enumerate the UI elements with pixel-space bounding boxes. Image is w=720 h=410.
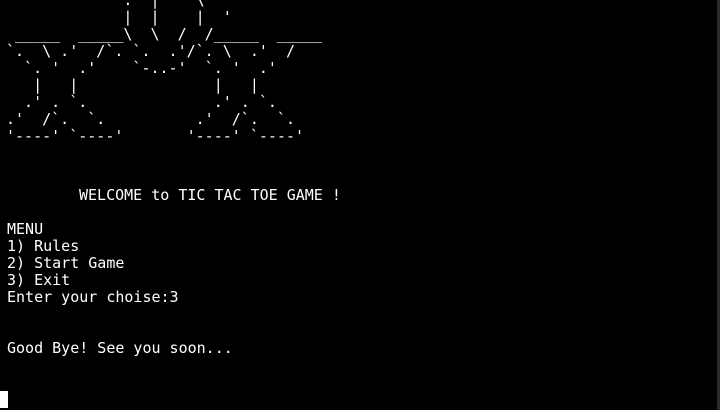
input-prompt: Enter your choise:3 <box>7 288 179 306</box>
welcome-message: WELCOME to TIC TAC TOE GAME ! <box>79 186 341 204</box>
ascii-banner-art: . | \ ' | | | ' _____ _____\ \ / /_____ … <box>6 0 323 145</box>
menu-title: MENU <box>7 220 44 238</box>
menu-item-start-game: 2) Start Game <box>7 254 125 272</box>
text-cursor[interactable] <box>0 391 8 408</box>
menu-item-exit: 3) Exit <box>7 271 71 289</box>
menu-item-rules: 1) Rules <box>7 237 80 255</box>
terminal-window[interactable]: . | \ ' | | | ' _____ _____\ \ / /_____ … <box>0 0 720 410</box>
goodbye-message: Good Bye! See you soon... <box>7 339 233 357</box>
